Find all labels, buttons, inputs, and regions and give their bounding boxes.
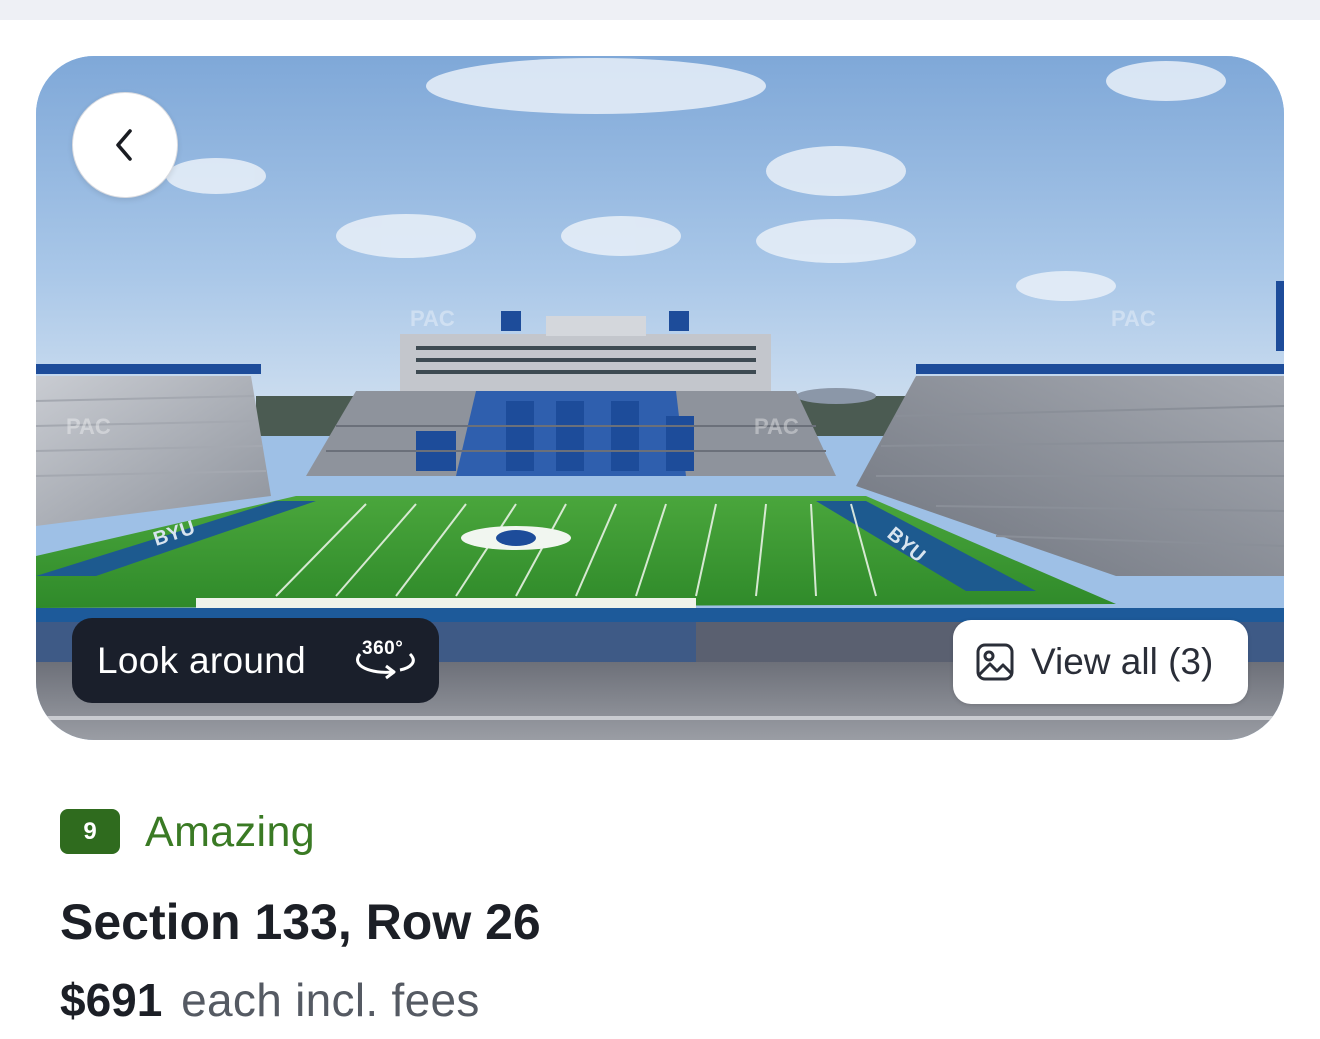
rotate-360-icon: 360° [352, 636, 418, 680]
watermark-text: PAC [66, 414, 111, 439]
chevron-left-icon [116, 129, 132, 161]
look-around-button[interactable]: Look around 360° [72, 618, 439, 703]
price-value: $691 [60, 974, 163, 1026]
rating-score-badge: 9 [60, 809, 120, 854]
view-all-label: View all (3) [1031, 641, 1214, 682]
back-button[interactable] [72, 92, 178, 198]
top-status-bar [0, 0, 1320, 20]
watermark-text: PAC [754, 414, 799, 439]
image-gallery-icon [976, 643, 1014, 681]
rating-label: Amazing [145, 808, 316, 856]
look-around-label: Look around [97, 639, 307, 681]
price-row: $691 each incl. fees [60, 973, 480, 1027]
view-all-photos-button[interactable]: View all (3) [953, 620, 1248, 704]
venue-view-image[interactable]: BYU BYU PAC PAC PAC PAC Look around 360°… [36, 56, 1284, 740]
watermark-text: PAC [410, 306, 455, 331]
price-suffix: each incl. fees [181, 974, 480, 1026]
watermark-text: PAC [1111, 306, 1156, 331]
seat-location-title: Section 133, Row 26 [60, 894, 541, 950]
